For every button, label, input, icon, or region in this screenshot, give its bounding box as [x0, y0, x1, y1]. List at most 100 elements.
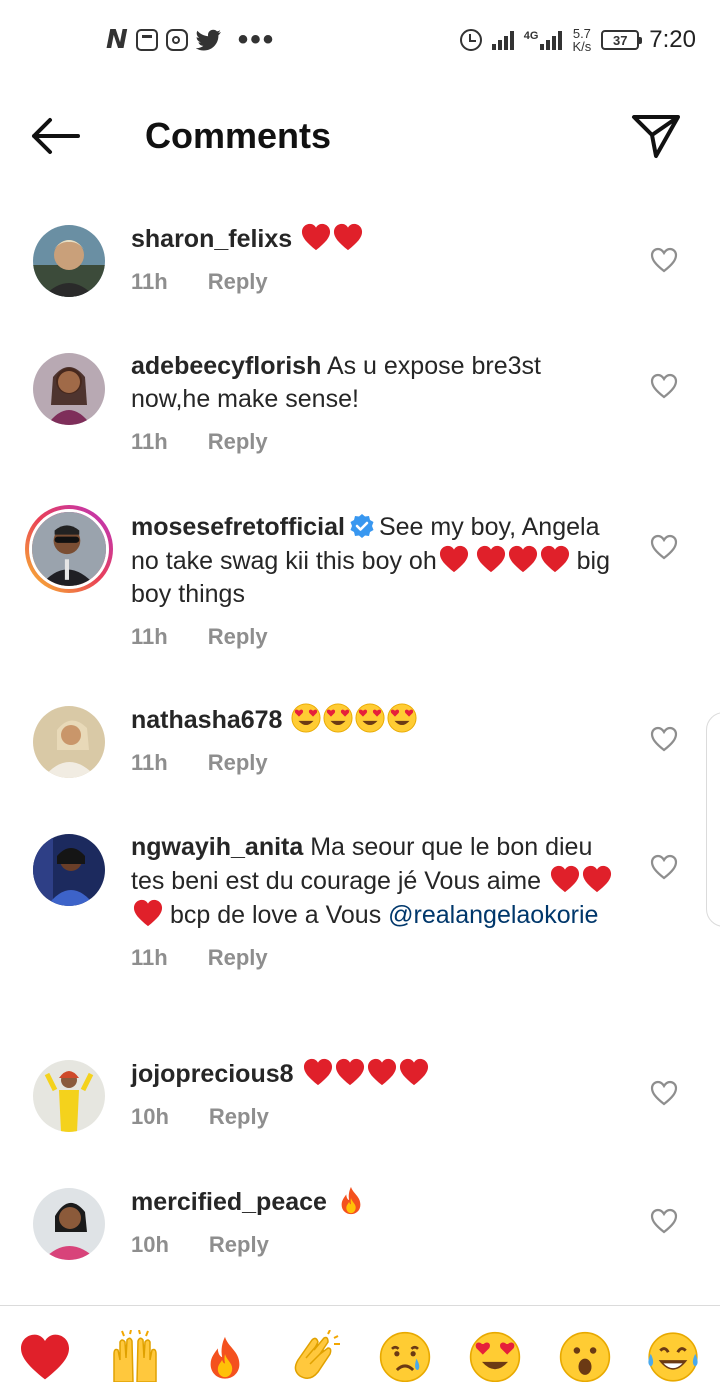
comment-item: sharon_felixs 11h Reply	[0, 222, 720, 332]
like-heart-icon[interactable]	[650, 726, 678, 752]
comment-meta: 10h Reply	[131, 1232, 621, 1258]
raising-hands-icon	[113, 1330, 157, 1382]
emoji-clapping-hands-button[interactable]	[288, 1330, 342, 1382]
comment-time: 11h	[131, 750, 168, 775]
reply-button[interactable]: Reply	[208, 624, 268, 650]
comment-item: mercified_peace 10h Reply	[0, 1185, 720, 1295]
network-speed: 5.7 K/s	[572, 26, 592, 54]
comment-time: 10h	[131, 1104, 169, 1129]
like-heart-icon[interactable]	[650, 247, 678, 273]
reply-button[interactable]: Reply	[208, 269, 268, 295]
comment-item: jojoprecious8 10h Reply	[0, 1057, 720, 1167]
avatar[interactable]	[33, 706, 105, 778]
comment-username[interactable]: adebeecyflorish	[131, 352, 321, 380]
red-heart-emoji	[399, 1057, 429, 1087]
like-heart-icon[interactable]	[650, 373, 678, 399]
like-heart-icon[interactable]	[650, 854, 678, 880]
avatar[interactable]	[33, 353, 105, 425]
comment-username[interactable]: sharon_felixs	[131, 225, 292, 253]
red-heart-emoji	[582, 864, 612, 894]
comment-item: mosesefretofficial See my boy, Angela no …	[0, 505, 720, 671]
red-heart-emoji	[301, 222, 331, 252]
emoji-raising-hands-button[interactable]	[108, 1330, 162, 1382]
comment-body: jojoprecious8 10h Reply	[131, 1057, 621, 1130]
emoji-fire-button[interactable]	[198, 1330, 252, 1382]
comment-username[interactable]: mosesefretofficial	[131, 513, 345, 541]
comment-body: mosesefretofficial See my boy, Angela no …	[131, 511, 621, 650]
mention-link[interactable]: @realangelaokorie	[388, 901, 598, 929]
tears-of-joy-icon	[648, 1332, 698, 1382]
status-bar-system: 4G 5.7 K/s 37 7:20	[459, 24, 696, 56]
reply-button[interactable]: Reply	[208, 945, 268, 971]
avatar-with-story-ring[interactable]	[25, 505, 113, 593]
red-heart-emoji	[508, 544, 538, 574]
comment-item: adebeecyflorish As u expose bre3st now,h…	[0, 350, 720, 480]
signal-4g-icon: 4G	[524, 30, 563, 50]
like-heart-icon[interactable]	[650, 1208, 678, 1234]
header: Comments	[0, 92, 720, 182]
comment-body: adebeecyflorish As u expose bre3st now,h…	[131, 350, 621, 455]
comment-meta: 11h Reply	[131, 269, 621, 295]
red-heart-emoji	[550, 864, 580, 894]
status-bar: N ••• 4G 5.7 K/s 37 7:20	[0, 0, 720, 80]
comment-username[interactable]: ngwayih_anita	[131, 833, 303, 861]
reply-button[interactable]: Reply	[209, 1104, 269, 1130]
red-heart-emoji	[439, 544, 469, 574]
battery-icon: 37	[601, 30, 643, 50]
instagram-icon	[165, 29, 188, 51]
comment-username[interactable]: jojoprecious8	[131, 1060, 294, 1088]
emoji-tears-of-joy-button[interactable]	[646, 1330, 700, 1382]
reply-button[interactable]: Reply	[208, 429, 268, 455]
edge-side-panel[interactable]	[706, 712, 720, 927]
comment-text-tail: bcp de love a Vous	[163, 901, 389, 929]
emoji-surprised-face-button[interactable]	[558, 1330, 612, 1382]
surprised-face-icon	[559, 1331, 611, 1382]
netflix-icon: N	[106, 25, 128, 55]
signal-icon	[491, 30, 514, 50]
emoji-red-heart-button[interactable]	[18, 1330, 72, 1382]
heart-eyes-emoji	[323, 703, 353, 733]
comment-meta: 10h Reply	[131, 1104, 621, 1130]
crying-face-icon	[379, 1331, 431, 1382]
heart-eyes-emoji	[387, 703, 417, 733]
comment-time: 11h	[131, 269, 168, 294]
status-bar-notifications: N •••	[106, 25, 275, 55]
red-heart-icon	[19, 1333, 71, 1381]
avatar[interactable]	[33, 225, 105, 297]
reply-button[interactable]: Reply	[208, 750, 268, 776]
red-heart-emoji	[335, 1057, 365, 1087]
twitter-icon	[195, 29, 221, 51]
comment-username[interactable]: mercified_peace	[131, 1188, 327, 1216]
like-heart-icon[interactable]	[650, 534, 678, 560]
comment-time: 11h	[131, 945, 168, 970]
sim-icon	[135, 29, 158, 51]
clapping-hands-icon	[294, 1330, 340, 1379]
like-heart-icon[interactable]	[650, 1080, 678, 1106]
heart-eyes-emoji	[291, 703, 321, 733]
comment-time: 11h	[131, 429, 168, 454]
comment-body: sharon_felixs 11h Reply	[131, 222, 621, 295]
direct-message-icon[interactable]	[630, 112, 682, 160]
fire-icon	[202, 1332, 248, 1382]
status-clock: 7:20	[649, 26, 696, 53]
page-title: Comments	[145, 115, 332, 156]
red-heart-emoji	[333, 222, 363, 252]
comment-username[interactable]: nathasha678	[131, 706, 282, 734]
red-heart-emoji	[540, 544, 570, 574]
reply-button[interactable]: Reply	[209, 1232, 269, 1258]
avatar[interactable]	[33, 834, 105, 906]
emoji-crying-face-button[interactable]	[378, 1330, 432, 1382]
fire-emoji	[336, 1185, 366, 1215]
comment-meta: 11h Reply	[131, 945, 621, 971]
back-arrow-icon[interactable]	[28, 114, 82, 158]
red-heart-emoji	[476, 544, 506, 574]
avatar[interactable]	[33, 1060, 105, 1132]
red-heart-emoji	[133, 898, 163, 928]
emoji-reaction-bar	[0, 1305, 720, 1382]
emoji-heart-eyes-button[interactable]	[468, 1330, 522, 1382]
avatar[interactable]	[33, 1188, 105, 1260]
comment-meta: 11h Reply	[131, 750, 621, 776]
alarm-icon	[459, 29, 482, 51]
comment-body: ngwayih_anita Ma seour que le bon dieu t…	[131, 831, 621, 971]
red-heart-emoji	[367, 1057, 397, 1087]
